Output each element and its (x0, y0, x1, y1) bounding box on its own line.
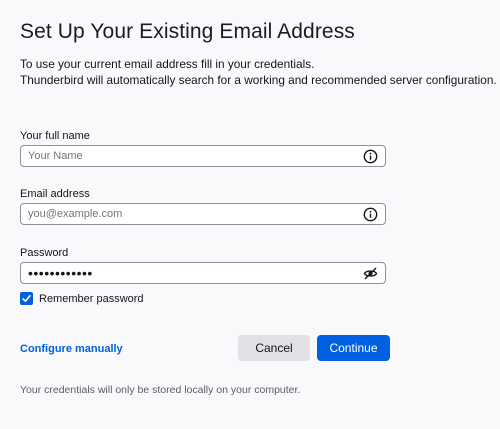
email-input[interactable] (21, 204, 358, 224)
eye-slash-icon[interactable] (363, 266, 378, 281)
password-label: Password (20, 247, 69, 259)
configure-manually-link[interactable]: Configure manually (20, 343, 123, 355)
credentials-note: Your credentials will only be stored loc… (20, 384, 301, 396)
continue-button[interactable]: Continue (317, 335, 390, 361)
cancel-button[interactable]: Cancel (238, 335, 310, 361)
subtitle-line-2: Thunderbird will automatically search fo… (20, 73, 497, 87)
checkmark-icon (22, 295, 31, 302)
password-field[interactable] (20, 262, 386, 284)
full-name-field[interactable] (20, 145, 386, 167)
remember-password-checkbox[interactable] (20, 292, 33, 305)
full-name-input[interactable] (21, 146, 358, 166)
subtitle-line-1: To use your current email address fill i… (20, 57, 315, 71)
email-label: Email address (20, 188, 90, 200)
full-name-label: Your full name (20, 130, 90, 142)
page-subtitle: To use your current email address fill i… (20, 56, 497, 88)
info-icon[interactable] (363, 207, 378, 222)
info-icon[interactable] (363, 149, 378, 164)
password-input[interactable] (21, 263, 358, 283)
remember-password-label[interactable]: Remember password (39, 293, 144, 305)
page-title: Set Up Your Existing Email Address (20, 20, 355, 43)
email-field[interactable] (20, 203, 386, 225)
